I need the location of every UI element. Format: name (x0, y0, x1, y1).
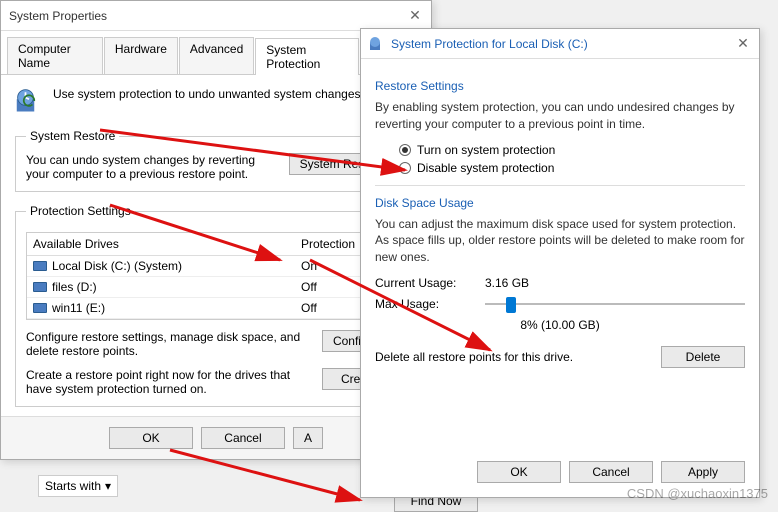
drives-header: Available Drives Protection (27, 233, 405, 256)
cancel-button[interactable]: Cancel (201, 427, 285, 449)
divider (375, 185, 745, 186)
system-restore-group: System Restore You can undo system chang… (15, 129, 417, 192)
create-text: Create a restore point right now for the… (26, 368, 314, 396)
restore-settings-title: Restore Settings (375, 79, 745, 93)
close-icon[interactable]: ✕ (407, 7, 423, 24)
current-usage-label: Current Usage: (375, 276, 485, 290)
restore-text: You can undo system changes by reverting… (26, 153, 281, 181)
protection-settings-legend: Protection Settings (26, 204, 135, 218)
disk-usage-title: Disk Space Usage (375, 196, 745, 210)
delete-desc: Delete all restore points for this drive… (375, 350, 651, 364)
system-restore-legend: System Restore (26, 129, 119, 143)
radio-label: Disable system protection (417, 161, 554, 175)
tab-hardware[interactable]: Hardware (104, 37, 178, 74)
watermark: CSDN @xuchaoxin1375 (627, 486, 768, 501)
radio-icon (399, 162, 411, 174)
radio-turn-on[interactable]: Turn on system protection (399, 143, 745, 157)
dialog-title: System Protection for Local Disk (C:) (391, 37, 735, 51)
chevron-down-icon: ▾ (105, 479, 111, 493)
shield-icon (369, 36, 385, 52)
slider-track (485, 303, 745, 305)
bg-filter-dropdown[interactable]: Starts with ▾ (38, 475, 118, 497)
dialog-body: Restore Settings By enabling system prot… (361, 59, 759, 380)
ok-button[interactable]: OK (109, 427, 193, 449)
configure-text: Configure restore settings, manage disk … (26, 330, 314, 358)
tab-system-protection[interactable]: System Protection (255, 38, 359, 75)
ok-button[interactable]: OK (477, 461, 561, 483)
drive-row[interactable]: files (D:) Off (27, 277, 405, 298)
info-text: Use system protection to undo unwanted s… (53, 87, 364, 101)
radio-disable[interactable]: Disable system protection (399, 161, 745, 175)
tab-advanced[interactable]: Advanced (179, 37, 254, 74)
titlebar: System Protection for Local Disk (C:) ✕ (361, 29, 759, 59)
drive-icon (33, 303, 47, 313)
radio-icon (399, 144, 411, 156)
disk-usage-desc: You can adjust the maximum disk space us… (375, 216, 745, 266)
close-icon[interactable]: ✕ (735, 35, 751, 52)
col-header-drive: Available Drives (27, 233, 295, 255)
max-usage-label: Max Usage: (375, 297, 485, 311)
radio-label: Turn on system protection (417, 143, 555, 157)
system-protection-dialog: System Protection for Local Disk (C:) ✕ … (360, 28, 760, 498)
max-usage-value: 8% (10.00 GB) (375, 318, 745, 332)
bg-filter-label: Starts with (45, 479, 101, 493)
slider-thumb[interactable] (506, 297, 516, 313)
drives-list[interactable]: Available Drives Protection Local Disk (… (26, 232, 406, 320)
apply-button[interactable]: Apply (661, 461, 745, 483)
delete-button[interactable]: Delete (661, 346, 745, 368)
drive-row[interactable]: win11 (E:) Off (27, 298, 405, 319)
max-usage-slider[interactable] (485, 294, 745, 314)
current-usage-value: 3.16 GB (485, 276, 529, 290)
restore-shield-icon (15, 87, 43, 115)
cancel-button[interactable]: Cancel (569, 461, 653, 483)
tab-computer-name[interactable]: Computer Name (7, 37, 103, 74)
protection-settings-group: Protection Settings Available Drives Pro… (15, 204, 417, 407)
titlebar: System Properties ✕ (1, 1, 431, 31)
drive-icon (33, 282, 47, 292)
restore-settings-desc: By enabling system protection, you can u… (375, 99, 745, 133)
drive-row[interactable]: Local Disk (C:) (System) On (27, 256, 405, 277)
apply-button[interactable]: A (293, 427, 323, 449)
drive-icon (33, 261, 47, 271)
window-title: System Properties (9, 9, 407, 23)
